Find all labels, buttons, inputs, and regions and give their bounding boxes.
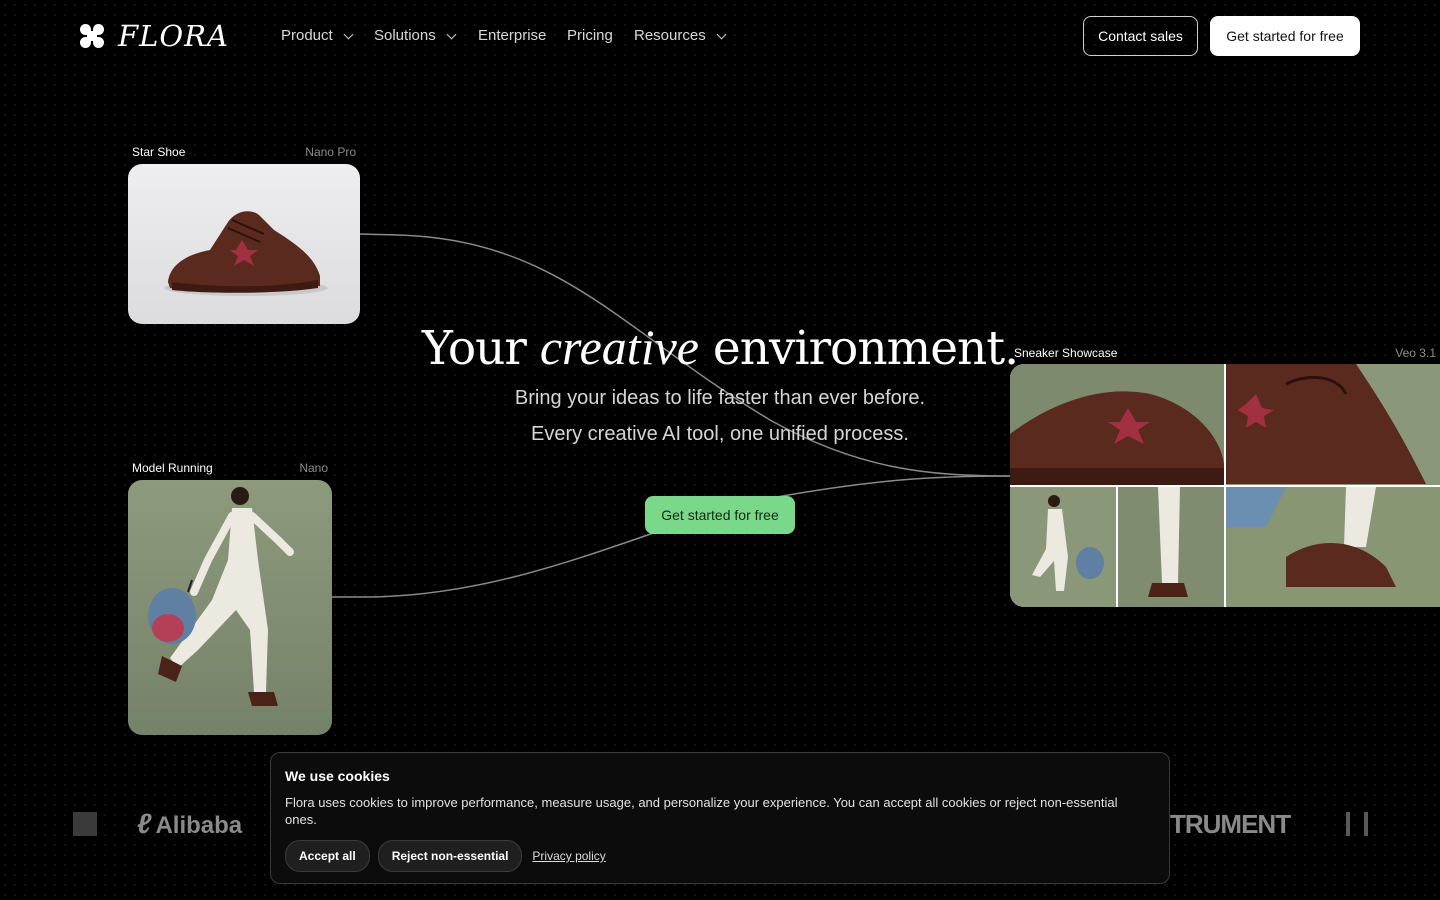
hero-title-start: Your — [421, 321, 527, 376]
nav-pricing[interactable]: Pricing — [567, 26, 613, 46]
logo-trument: TRUMENT — [1170, 809, 1291, 839]
get-started-hero-button[interactable]: Get started for free — [645, 496, 795, 534]
model-running-model: Nano — [299, 461, 328, 475]
chevron-down-icon — [343, 29, 354, 39]
nav-resources[interactable]: Resources — [634, 26, 727, 46]
flora-logo-icon[interactable] — [80, 24, 104, 48]
connector-model-running — [332, 475, 1011, 598]
nav-solutions[interactable]: Solutions — [374, 26, 457, 46]
brand-logo-icon — [1346, 812, 1368, 836]
nav-pricing-label: Pricing — [567, 27, 613, 44]
showcase-tile-5 — [1226, 487, 1440, 607]
nav-product-label: Product — [281, 27, 333, 44]
privacy-policy-link[interactable]: Privacy policy — [532, 849, 605, 863]
cookie-actions: Accept all Reject non-essential Privacy … — [285, 840, 1155, 872]
star-shoe-model: Nano Pro — [305, 145, 356, 159]
hero-title-end: environment. — [712, 321, 1019, 376]
cookie-text: Flora uses cookies to improve performanc… — [285, 795, 1118, 827]
top-nav: FLORA Product Solutions Enterprise Prici… — [0, 0, 1440, 72]
nav-enterprise-label: Enterprise — [478, 27, 547, 44]
hero-title: Your creative environment. — [0, 318, 1440, 378]
get-started-nav-button[interactable]: Get started for free — [1210, 16, 1360, 56]
contact-sales-button[interactable]: Contact sales — [1083, 16, 1198, 56]
star-shoe-label: Star Shoe — [132, 145, 186, 159]
showcase-tile-4 — [1118, 487, 1224, 607]
hero-title-italic: creative — [539, 319, 699, 375]
brand-logo-icon — [73, 812, 97, 836]
logo-alibaba: ℓ Alibaba — [137, 808, 242, 842]
cookie-title: We use cookies — [285, 768, 390, 784]
logo-alibaba-text: Alibaba — [155, 812, 243, 839]
hero-subtitle-2: Every creative AI tool, one unified proc… — [531, 423, 909, 445]
chevron-down-icon — [446, 29, 457, 39]
accept-all-button[interactable]: Accept all — [285, 840, 370, 872]
cookie-banner: We use cookies Flora uses cookies to imp… — [270, 752, 1170, 884]
reject-non-essential-button[interactable]: Reject non-essential — [377, 840, 523, 872]
star-shoe-image[interactable] — [128, 164, 360, 324]
runner-illustration — [148, 487, 294, 706]
model-running-image[interactable] — [128, 480, 332, 735]
nav-resources-label: Resources — [634, 27, 706, 44]
nav-product[interactable]: Product — [281, 26, 354, 46]
model-running-label: Model Running — [132, 461, 213, 475]
alibaba-glyph-icon: ℓ — [137, 808, 152, 839]
shoe-illustration — [164, 211, 328, 296]
chevron-down-icon — [716, 29, 727, 39]
flora-wordmark[interactable]: FLORA — [118, 19, 229, 53]
nav-enterprise[interactable]: Enterprise — [478, 26, 546, 46]
nav-solutions-label: Solutions — [374, 27, 436, 44]
hero-subtitle-1: Bring your ideas to life faster than eve… — [514, 387, 926, 409]
showcase-tile-3 — [1010, 487, 1116, 607]
